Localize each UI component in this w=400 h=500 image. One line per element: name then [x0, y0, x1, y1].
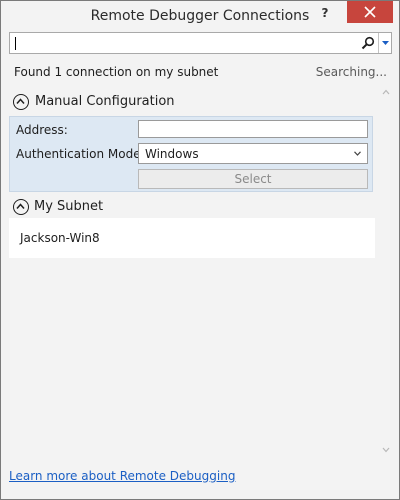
scroll-up-arrow-icon[interactable] [382, 89, 390, 95]
manual-configuration-heading: Manual Configuration [35, 94, 175, 109]
select-button[interactable]: Select [138, 169, 368, 189]
close-icon [364, 6, 376, 18]
list-item[interactable]: Jackson-Win8 [20, 231, 100, 245]
authentication-mode-select[interactable]: Windows [138, 143, 368, 164]
title-bar: Remote Debugger Connections ? [1, 1, 399, 31]
search-options-dropdown[interactable] [378, 33, 391, 53]
learn-more-link[interactable]: Learn more about Remote Debugging [9, 469, 235, 483]
address-label: Address: [16, 123, 68, 137]
window-title: Remote Debugger Connections [90, 8, 310, 24]
chevron-up-icon [16, 98, 25, 104]
chevron-up-icon [16, 203, 25, 209]
text-caret [15, 37, 16, 50]
help-button[interactable]: ? [314, 3, 336, 23]
my-subnet-collapse-toggle[interactable] [13, 199, 29, 215]
authentication-mode-value: Windows [145, 147, 199, 161]
chevron-down-icon [354, 151, 361, 156]
manual-configuration-collapse-toggle[interactable] [13, 94, 29, 110]
close-button[interactable] [347, 1, 393, 23]
address-input[interactable] [138, 120, 368, 138]
search-input[interactable] [9, 32, 392, 54]
chevron-down-icon [382, 41, 389, 45]
subnet-connections-list: Jackson-Win8 [9, 218, 375, 258]
authentication-mode-label: Authentication Mode: [16, 147, 145, 161]
searching-status: Searching... [315, 65, 387, 79]
search-icon[interactable] [361, 36, 375, 50]
scroll-down-arrow-icon[interactable] [382, 447, 390, 453]
connection-count-status: Found 1 connection on my subnet [14, 65, 219, 79]
my-subnet-heading: My Subnet [34, 199, 104, 214]
remote-debugger-dialog: Remote Debugger Connections ? Found 1 co… [0, 0, 400, 500]
